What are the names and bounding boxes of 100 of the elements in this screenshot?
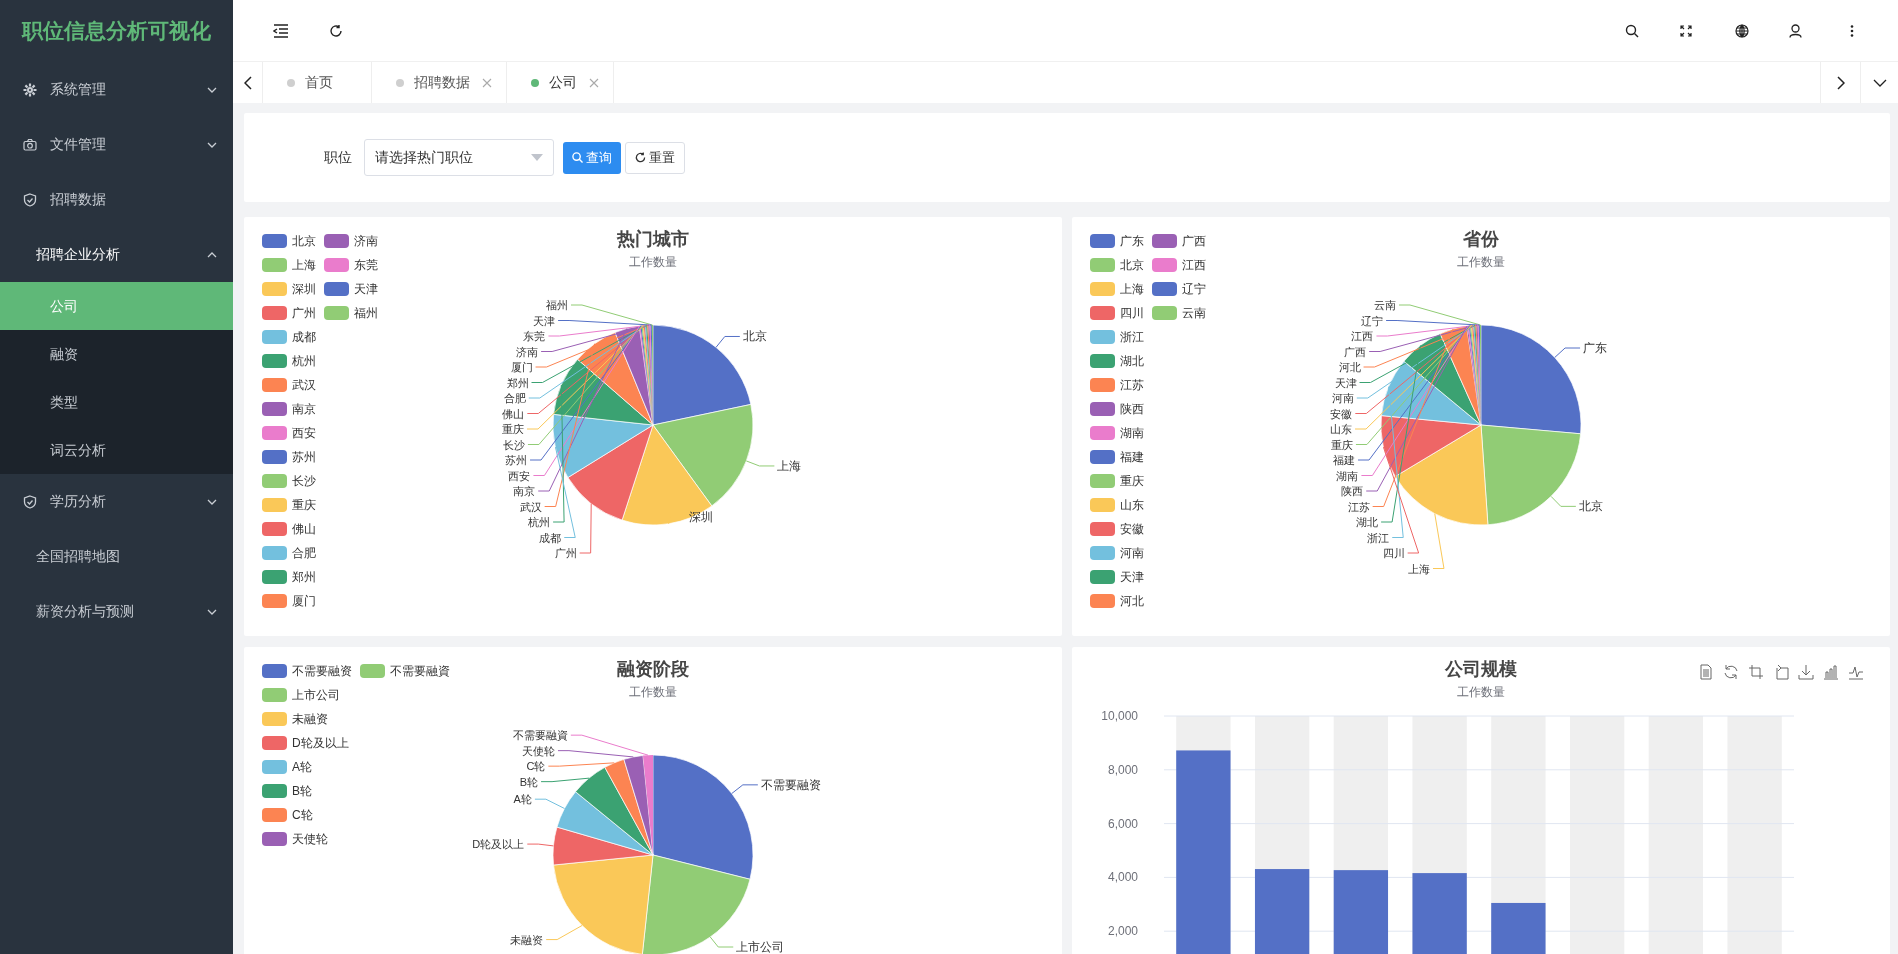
legend-item[interactable]: 湖南 xyxy=(1090,421,1144,445)
slice-label: 福州 xyxy=(546,299,568,311)
legend-item[interactable]: 合肥 xyxy=(262,541,316,565)
legend-item[interactable]: 陕西 xyxy=(1090,397,1144,421)
legend-item[interactable]: 西安 xyxy=(262,421,316,445)
legend-item[interactable]: A轮 xyxy=(262,755,352,779)
slice-label: 天津 xyxy=(1334,376,1357,389)
legend-item[interactable]: 成都 xyxy=(262,325,316,349)
legend-item[interactable]: 上海 xyxy=(1090,277,1144,301)
legend-item[interactable]: 辽宁 xyxy=(1152,277,1206,301)
chevron-right-icon[interactable] xyxy=(1836,75,1845,90)
submenu-item[interactable]: 融资 xyxy=(0,330,233,378)
chevron-left-icon[interactable] xyxy=(243,75,252,90)
menu-fold-icon[interactable] xyxy=(273,23,289,38)
reset-button[interactable]: 重置 xyxy=(625,141,685,174)
sidebar-item[interactable]: 文件管理 xyxy=(0,117,233,172)
sidebar-item[interactable]: 学历分析 xyxy=(0,474,233,529)
sidebar-item[interactable]: 招聘数据 xyxy=(0,172,233,227)
legend-item[interactable]: 天津 xyxy=(1090,565,1144,589)
legend-item[interactable]: 浙江 xyxy=(1090,325,1144,349)
leader-line xyxy=(709,936,734,948)
axis-tick-label: 6,000 xyxy=(1107,816,1138,831)
legend-item[interactable]: 长沙 xyxy=(262,469,316,493)
legend-item[interactable]: D轮及以上 xyxy=(262,731,352,755)
axis-tick-label: 8,000 xyxy=(1107,762,1138,777)
line-chart-icon[interactable] xyxy=(1848,664,1864,680)
legend-item[interactable]: 未融资 xyxy=(262,707,352,731)
legend-item[interactable]: 云南 xyxy=(1152,301,1206,325)
slice-label: 重庆 xyxy=(1330,438,1353,451)
axis-tick-label: 4,000 xyxy=(1107,870,1138,885)
chart-title: 省份 xyxy=(1463,228,1499,251)
slice-label: 辽宁 xyxy=(1361,314,1384,327)
sidebar-item[interactable]: 招聘企业分析 xyxy=(0,227,233,282)
legend-item[interactable]: 湖北 xyxy=(1090,349,1144,373)
legend-item[interactable]: 上海 xyxy=(262,253,316,277)
legend-item[interactable]: 安徽 xyxy=(1090,517,1144,541)
legend-item[interactable]: 天津 xyxy=(324,277,378,301)
legend-item[interactable]: 河北 xyxy=(1090,589,1144,613)
sidebar-item[interactable]: 薪资分析与预测 xyxy=(0,584,233,639)
legend-item[interactable]: 深圳 xyxy=(262,277,316,301)
legend-item[interactable]: 福州 xyxy=(324,301,378,325)
legend-item[interactable]: 北京 xyxy=(262,229,316,253)
legend-item[interactable]: 北京 xyxy=(1090,253,1144,277)
sidebar-item[interactable]: 系统管理 xyxy=(0,62,233,117)
tab[interactable]: 首页 xyxy=(263,62,372,103)
legend-item[interactable]: 不需要融資 xyxy=(360,659,450,683)
legend-item[interactable]: 江西 xyxy=(1152,253,1206,277)
chart-subtitle: 工作数量 xyxy=(1457,684,1505,701)
legend-item[interactable]: C轮 xyxy=(262,803,352,827)
slice-label: 郑州 xyxy=(506,376,529,389)
fullscreen-icon[interactable] xyxy=(1680,24,1692,37)
tab[interactable]: 公司 xyxy=(507,62,614,103)
legend-item[interactable]: 上市公司 xyxy=(262,683,352,707)
crop-icon[interactable] xyxy=(1748,664,1764,680)
slice-label: 不需要融資 xyxy=(512,729,568,742)
legend-item[interactable]: 河南 xyxy=(1090,541,1144,565)
legend-item[interactable]: 济南 xyxy=(324,229,378,253)
legend-item[interactable]: 江苏 xyxy=(1090,373,1144,397)
legend-item[interactable]: 天使轮 xyxy=(262,827,352,851)
camera-icon xyxy=(23,137,37,152)
bar-chart-icon[interactable] xyxy=(1823,664,1839,680)
submenu-item[interactable]: 类型 xyxy=(0,378,233,426)
legend-item[interactable]: 武汉 xyxy=(262,373,316,397)
sidebar-item[interactable]: 全国招聘地图 xyxy=(0,529,233,584)
legend-item[interactable]: 广东 xyxy=(1090,229,1144,253)
download-icon[interactable] xyxy=(1798,664,1814,680)
legend-item[interactable]: 不需要融资 xyxy=(262,659,352,683)
job-select[interactable]: 请选择热门职位 xyxy=(364,139,554,176)
legend-item[interactable]: 南京 xyxy=(262,397,316,421)
legend-item[interactable]: 山东 xyxy=(1090,493,1144,517)
legend-item[interactable]: 重庆 xyxy=(1090,469,1144,493)
slice-label: 北京 xyxy=(742,329,767,344)
refresh-icon[interactable] xyxy=(329,23,343,38)
legend-item[interactable]: 重庆 xyxy=(262,493,316,517)
legend-item[interactable]: 广州 xyxy=(262,301,316,325)
user-icon[interactable] xyxy=(1789,23,1802,38)
legend-item[interactable]: 厦门 xyxy=(262,589,316,613)
crop-back-icon[interactable] xyxy=(1773,664,1789,680)
document-icon[interactable] xyxy=(1698,664,1714,680)
tab[interactable]: 招聘数据 xyxy=(372,62,507,103)
chevron-down-icon[interactable] xyxy=(1872,78,1887,87)
globe-icon[interactable] xyxy=(1735,23,1749,38)
leader-line xyxy=(547,762,615,767)
legend-item[interactable]: 福建 xyxy=(1090,445,1144,469)
more-icon[interactable] xyxy=(1850,24,1854,37)
slice-label: 浙江 xyxy=(1367,531,1390,544)
gear-icon xyxy=(23,82,37,97)
legend-item[interactable]: 苏州 xyxy=(262,445,316,469)
slice-label: 上海 xyxy=(777,458,802,473)
legend-item[interactable]: 四川 xyxy=(1090,301,1144,325)
chart-subtitle: 工作数量 xyxy=(629,254,677,271)
submenu-item[interactable]: 词云分析 xyxy=(0,426,233,474)
legend-item[interactable]: 杭州 xyxy=(262,349,316,373)
slice-label: 江苏 xyxy=(1347,500,1370,513)
legend-item[interactable]: 郑州 xyxy=(262,565,316,589)
legend-item[interactable]: B轮 xyxy=(262,779,352,803)
legend-item[interactable]: 佛山 xyxy=(262,517,316,541)
search-icon[interactable] xyxy=(1625,23,1639,38)
legend-item[interactable]: 广西 xyxy=(1152,229,1206,253)
legend-item[interactable]: 东莞 xyxy=(324,253,378,277)
